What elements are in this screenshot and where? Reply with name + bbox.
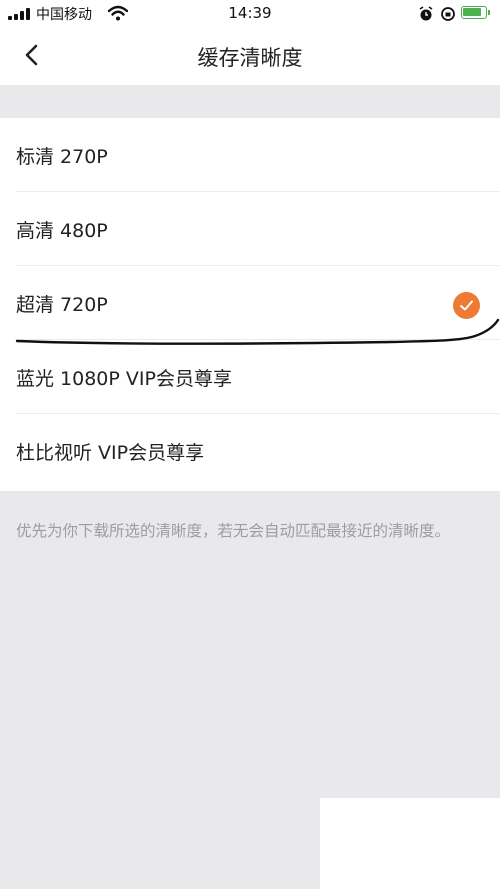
- footer-note: 优先为你下载所选的清晰度，若无会自动匹配最接近的清晰度。: [16, 522, 451, 540]
- hand-drawn-underline: [15, 318, 500, 345]
- corner-overlay: [320, 798, 500, 889]
